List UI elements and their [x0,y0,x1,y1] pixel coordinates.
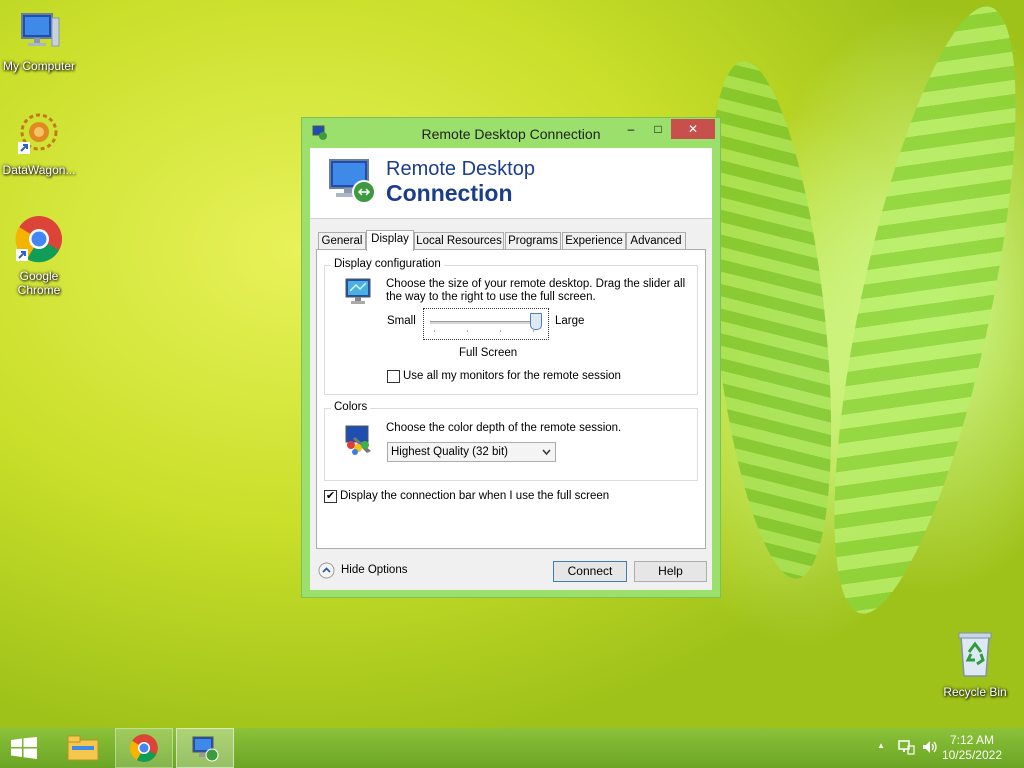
desktop-icon-recycle-bin[interactable]: Recycle Bin [937,630,1013,699]
network-icon[interactable] [897,738,915,759]
slider-ticks [434,330,538,332]
maximize-button[interactable]: □ [645,119,671,139]
desktop-icon-label: DataWagon... [2,163,76,177]
help-button[interactable]: Help [634,561,707,582]
group-label: Display configuration [331,258,444,270]
remote-desktop-icon [192,736,219,762]
chrome-icon [129,734,158,762]
display-config-description: Choose the size of your remote desktop. … [386,278,686,303]
desktop-icon-label: Google Chrome [17,269,61,297]
taskbar-chrome[interactable] [115,728,173,768]
rdc-logo-icon [326,156,378,209]
remote-desktop-window: Remote Desktop Connection – □ ✕ Remote D… [301,117,721,598]
banner-title-line1: Remote Desktop [386,158,535,180]
chrome-icon [1,214,77,267]
connection-bar-label: Display the connection bar when I use th… [340,490,610,502]
slider-max-label: Large [555,315,585,327]
banner: Remote Desktop Connection [310,148,712,219]
slider-value-label: Full Screen [459,347,518,359]
tab-local-resources[interactable]: Local Resources [414,232,504,250]
colors-group: Colors Choose the color depth of the rem… [324,401,698,481]
desktop-icon-my-computer[interactable]: My Computer [1,10,77,73]
taskbar-file-explorer[interactable] [54,728,112,768]
colors-description: Choose the color depth of the remote ses… [386,422,622,434]
banner-title-line2: Connection [386,180,513,206]
clock[interactable]: 7:12 AM 10/25/2022 [942,733,1002,763]
display-configuration-group: Display configuration Choose the size of… [324,258,698,395]
tab-display[interactable]: Display [366,230,414,251]
connect-button[interactable]: Connect [553,561,627,582]
color-depth-value: Highest Quality (32 bit) [391,446,508,458]
taskbar-remote-desktop[interactable] [176,728,234,768]
group-label: Colors [331,401,371,413]
slider-min-label: Small [387,315,416,327]
tab-general[interactable]: General [318,232,366,250]
display-size-slider[interactable] [423,308,549,340]
monitor-icon [343,276,375,311]
chevron-up-icon [318,562,335,582]
slider-thumb[interactable] [530,313,542,330]
use-all-monitors-label: Use all my monitors for the remote sessi… [403,370,621,382]
display-tab-panel: Display configuration Choose the size of… [316,249,706,549]
chevron-down-icon [542,443,551,467]
window-client: Remote Desktop Connection General Displa… [310,148,712,590]
desktop-icon-datawagon[interactable]: DataWagon... [1,110,77,177]
start-icon [11,737,37,759]
clock-time: 7:12 AM [949,733,994,747]
color-palette-icon [343,423,375,458]
use-all-monitors-checkbox[interactable] [387,370,400,383]
clock-date: 10/25/2022 [941,748,1002,762]
desktop-icon-label: My Computer [2,59,76,73]
volume-icon[interactable] [921,738,939,759]
tab-advanced[interactable]: Advanced [626,232,686,250]
desktop-icon-label: Recycle Bin [943,685,1007,699]
connection-bar-checkbox[interactable]: ✔ [324,490,337,503]
tab-programs[interactable]: Programs [505,232,561,250]
window-titlebar[interactable]: Remote Desktop Connection – □ ✕ [302,118,720,148]
show-hidden-icons-button[interactable]: ▲ [877,741,885,750]
start-button[interactable] [0,728,48,768]
desktop-icon-chrome[interactable]: Google Chrome [1,214,77,297]
close-button[interactable]: ✕ [671,119,715,139]
computer-icon [1,10,77,57]
slider-track [430,321,540,324]
datawagon-icon [1,110,77,161]
recycle-bin-icon [937,630,1013,683]
taskbar: ▲ 7:12 AM 10/25/2022 [0,728,1024,768]
tab-experience[interactable]: Experience [562,232,626,250]
color-depth-select[interactable]: Highest Quality (32 bit) [387,442,556,462]
wallpaper-leaf [796,0,1024,627]
file-explorer-icon [67,735,99,761]
minimize-button[interactable]: – [617,119,645,139]
hide-options-label: Hide Options [341,564,408,576]
